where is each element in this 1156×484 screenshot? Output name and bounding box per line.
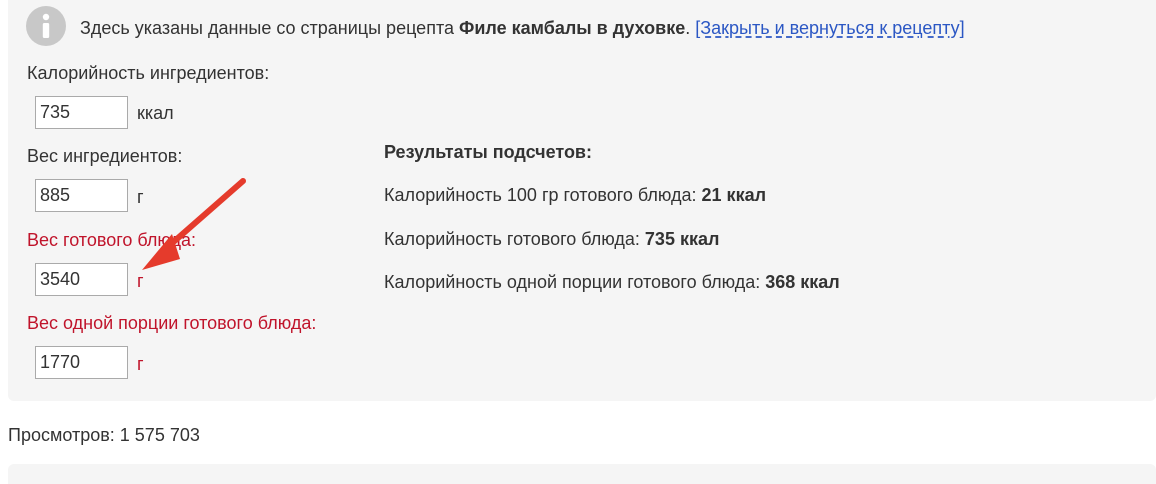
result-calories-portion-value: 368 ккал [765,272,840,292]
result-calories-dish-label: Калорийность готового блюда: [384,229,645,249]
info-icon [26,6,66,46]
ingredients-calories-input[interactable] [35,96,128,129]
dish-weight-input[interactable] [35,263,128,296]
info-separator: . [685,18,696,38]
dish-weight-unit: г [137,271,144,291]
result-calories-portion-label: Калорийность одной порции готового блюда… [384,272,766,292]
result-calories-dish: Калорийность готового блюда: 735 ккал [384,228,719,250]
ingredients-calories-label: Калорийность ингредиентов: [27,63,270,83]
portion-weight-label: Вес одной порции готового блюда: [27,313,317,333]
dish-weight-label: Вес готового блюда: [27,230,197,250]
results-title: Результаты подсчетов: [384,142,592,162]
result-calories-100g: Калорийность 100 гр готового блюда: 21 к… [384,184,766,206]
recipe-name: Филе камбалы в духовке [459,18,686,38]
ingredients-weight-input[interactable] [35,179,128,212]
ingredients-weight-label: Вес ингредиентов: [27,146,183,166]
portion-weight-input[interactable] [35,346,128,379]
ingredients-weight-unit: г [137,187,144,207]
close-and-return-link[interactable]: [Закрыть и вернуться к рецепту] [695,18,964,38]
view-count: Просмотров: 1 575 703 [8,425,200,445]
portion-weight-unit: г [137,354,144,374]
result-calories-portion: Калорийность одной порции готового блюда… [384,271,840,293]
result-calories-dish-value: 735 ккал [644,229,720,249]
next-panel [8,464,1156,484]
info-message: Здесь указаны данные со страницы рецепта… [80,17,965,39]
result-calories-100g-label: Калорийность 100 гр готового блюда: [384,185,702,205]
ingredients-calories-unit: ккал [137,103,174,123]
info-text: Здесь указаны данные со страницы рецепта [80,18,459,38]
result-calories-100g-value: 21 ккал [701,185,767,205]
